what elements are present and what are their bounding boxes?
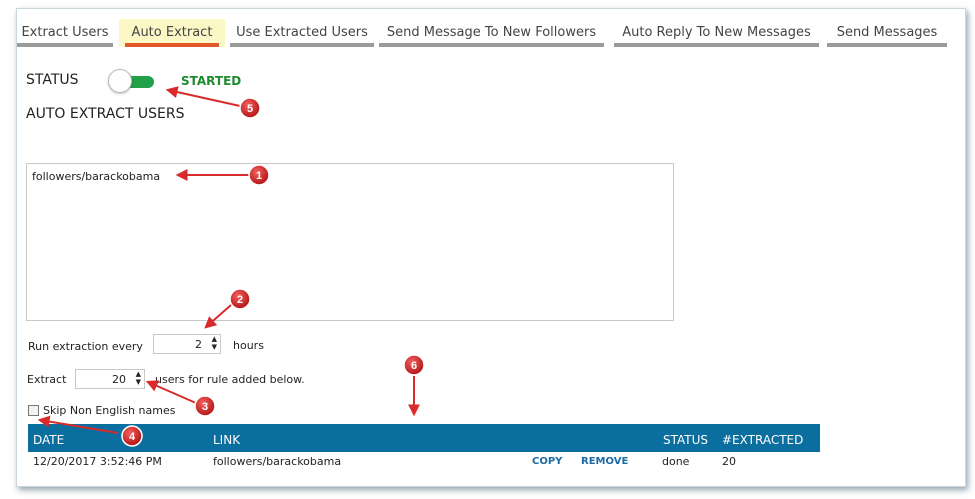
annotation-badge-1: 1 — [248, 164, 270, 186]
annotation-arrow-3 — [145, 380, 197, 404]
badge-number: 6 — [411, 360, 417, 372]
annotation-badge-5: 5 — [239, 97, 261, 119]
badge-number: 3 — [202, 401, 208, 413]
badge-number: 4 — [129, 431, 136, 443]
badge-number: 1 — [256, 170, 262, 182]
badge-number: 5 — [247, 103, 253, 115]
badge-number: 2 — [237, 294, 243, 306]
annotation-arrow-5 — [165, 86, 241, 107]
annotation-arrow-2 — [204, 304, 232, 329]
annotation-arrow-4 — [37, 415, 119, 434]
annotation-badge-2: 2 — [229, 288, 251, 310]
annotation-badge-6: 6 — [403, 354, 425, 376]
annotation-badge-4: 4 — [121, 425, 143, 447]
annotation-badge-3: 3 — [194, 395, 216, 417]
annotation-overlay: 1 2 3 4 5 6 — [37, 86, 425, 447]
